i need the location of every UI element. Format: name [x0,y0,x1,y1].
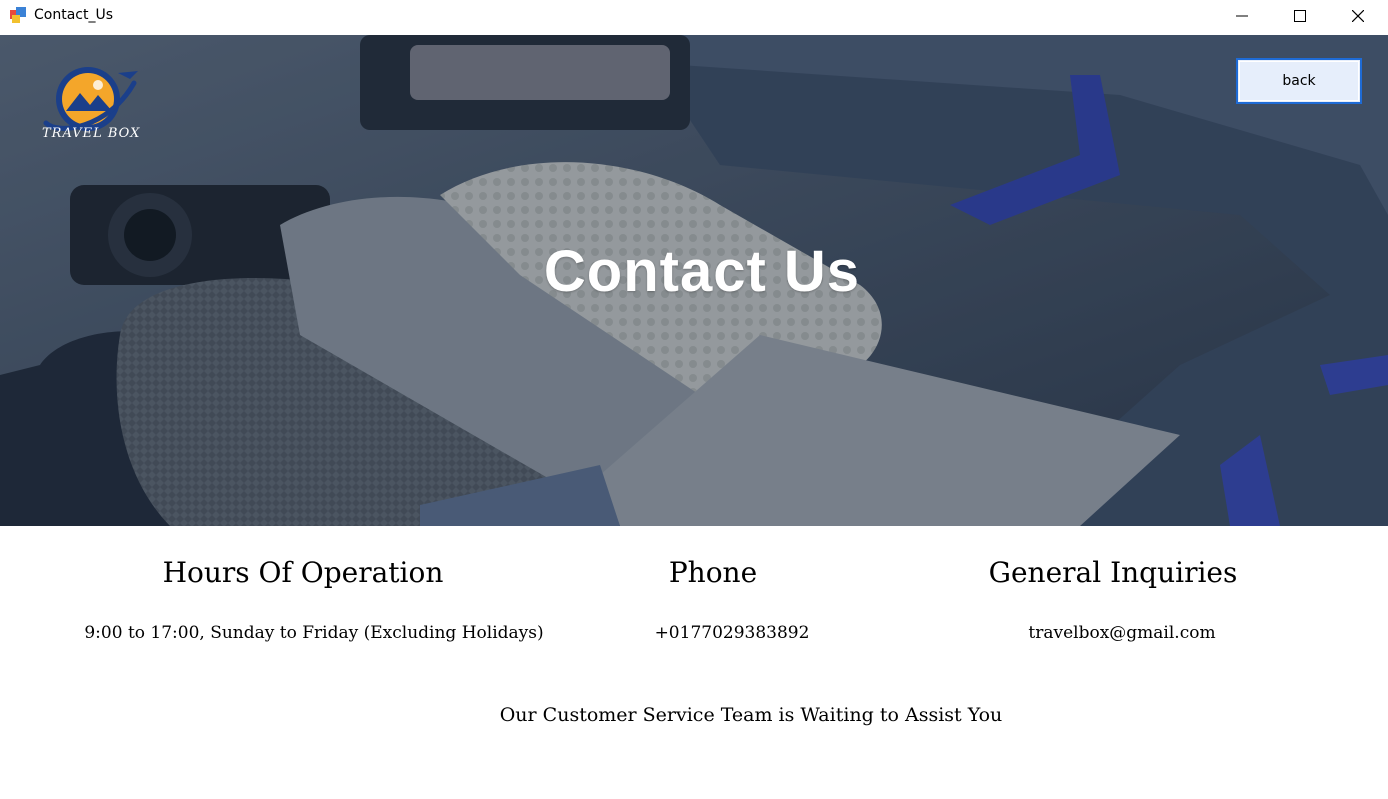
window-title: Contact_Us [34,7,114,23]
close-button[interactable] [1335,0,1381,32]
phone-number: +0177029383892 [654,623,810,643]
phone-heading: Phone [668,556,758,589]
minimize-icon [1236,15,1248,17]
hours-text: 9:00 to 17:00, Sunday to Friday (Excludi… [84,623,544,643]
maximize-button[interactable] [1277,0,1323,32]
logo-text: TRAVEL BOX [42,126,141,141]
hours-heading: Hours Of Operation [162,556,444,589]
app-window-icon [10,7,26,23]
customer-service-message: Our Customer Service Team is Waiting to … [499,704,1003,726]
inquiries-heading: General Inquiries [988,556,1238,589]
minimize-button[interactable] [1219,0,1265,32]
close-icon [1352,10,1364,22]
back-button[interactable]: back [1236,58,1362,104]
hero-banner: TRAVEL BOX back Contact Us [0,35,1388,526]
inquiries-email: travelbox@gmail.com [1028,623,1216,643]
window-title-bar: Contact_Us [0,0,1388,34]
page-title: Contact Us [543,239,861,304]
maximize-icon [1294,10,1306,22]
